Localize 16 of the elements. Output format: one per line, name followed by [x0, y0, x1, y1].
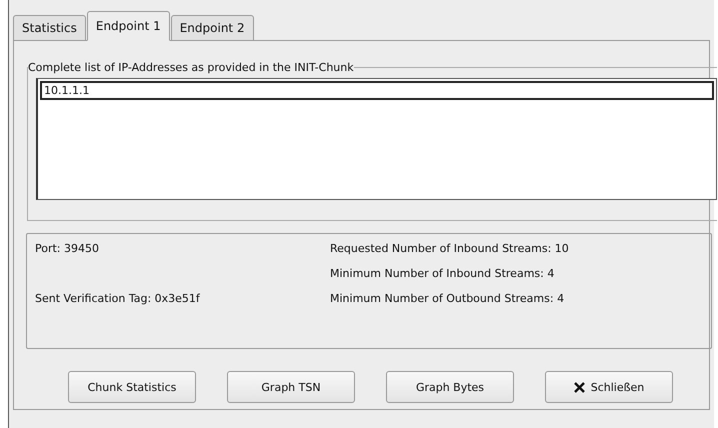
action-button[interactable]: Graph Bytes [386, 371, 514, 403]
info-label: Port: 39450 [35, 242, 100, 257]
close-button[interactable]: Schließen [545, 371, 673, 403]
info-label: Minimum Number of Outbound Streams: 4 [330, 292, 566, 307]
info-label: Minimum Number of Inbound Streams: 4 [330, 267, 556, 282]
action-button[interactable]: Graph TSN [227, 371, 355, 403]
tab[interactable]: Statistics [13, 15, 86, 41]
address-item[interactable]: 10.1.1.1 [40, 81, 714, 100]
group-title: Complete list of IP-Addresses as provided in the INIT-Chunk [28, 61, 354, 74]
tab[interactable]: Endpoint 1 [86, 11, 170, 41]
close-icon [574, 382, 585, 392]
info-label: Requested Number of Inbound Streams: 10 [330, 242, 570, 257]
address-list[interactable]: 10.1.1.1 [36, 78, 717, 200]
tab[interactable]: Endpoint 2 [170, 15, 254, 41]
info-label: Sent Verification Tag: 0x3e51f [35, 292, 201, 307]
action-button[interactable]: Chunk Statistics [68, 371, 196, 403]
